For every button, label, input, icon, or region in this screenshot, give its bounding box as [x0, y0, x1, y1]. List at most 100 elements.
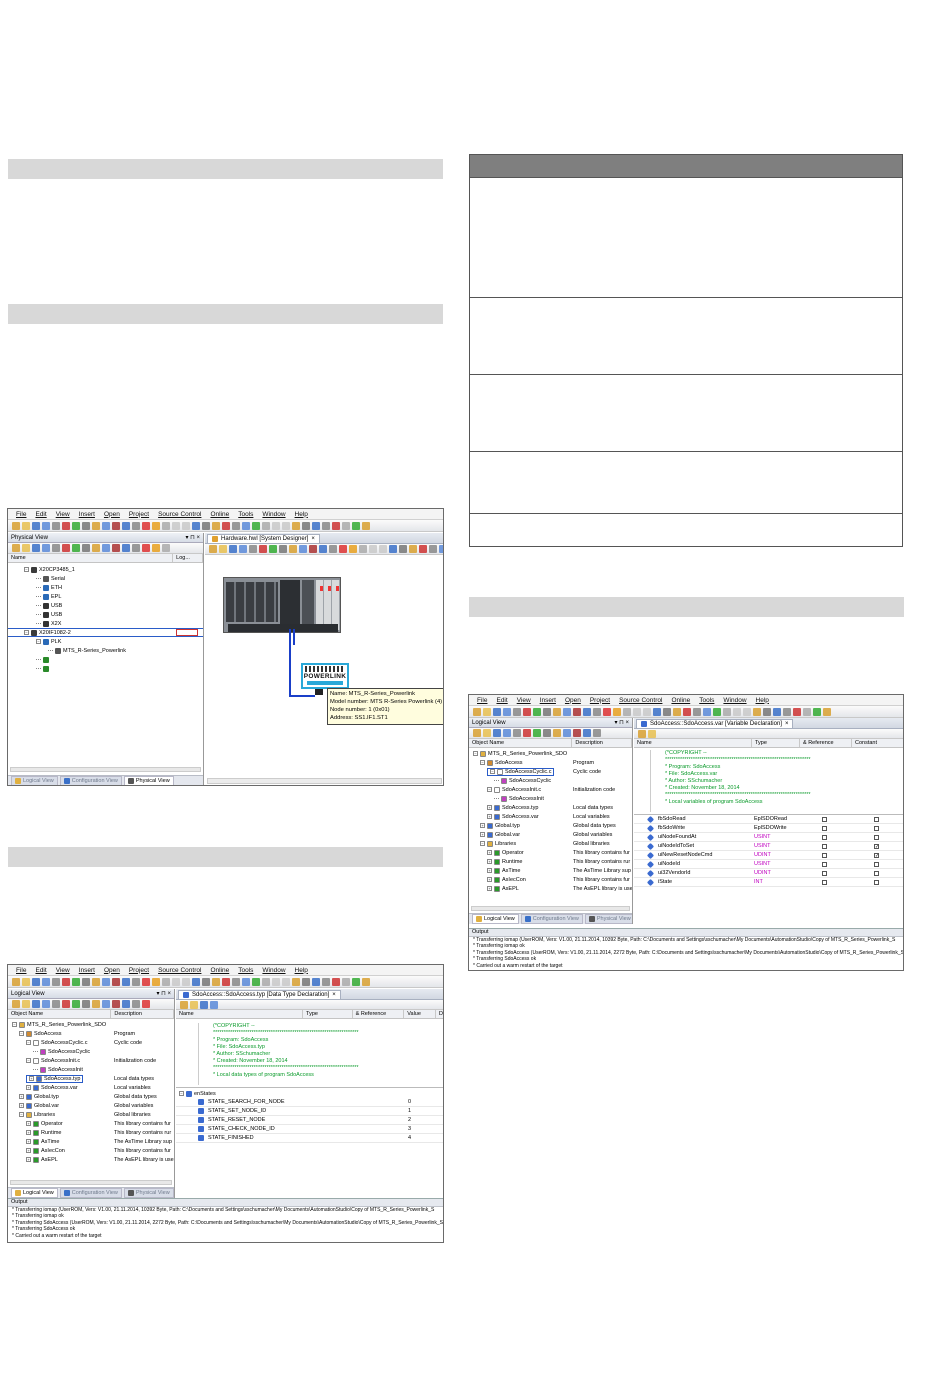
expand-toggle-icon[interactable]: − [26, 1040, 31, 1045]
toolbar-button-icon[interactable] [299, 545, 307, 553]
constant-checkbox[interactable] [874, 879, 879, 885]
toolbar-button-icon[interactable] [713, 707, 721, 716]
toolbar-button-icon[interactable] [342, 977, 350, 986]
tree-item[interactable]: USB [8, 601, 203, 610]
reference-checkbox[interactable] [822, 843, 827, 849]
variable-row[interactable]: uiNodeIdToSet USINT ✓ [634, 842, 903, 851]
menu-item[interactable]: File [16, 967, 26, 974]
view-tab[interactable]: Logical View [11, 1188, 58, 1198]
toolbar-button-icon[interactable] [312, 977, 320, 986]
expand-toggle-icon[interactable]: + [19, 1103, 24, 1108]
toolbar-button-icon[interactable] [239, 545, 247, 553]
toolbar-button-icon[interactable] [142, 1000, 150, 1008]
toolbar-button-icon[interactable] [142, 521, 150, 530]
toolbar-button-icon[interactable] [783, 707, 791, 716]
toolbar-button-icon[interactable] [62, 1000, 70, 1008]
toolbar-button-icon[interactable] [429, 545, 437, 553]
menu-item[interactable]: Insert [79, 511, 95, 518]
toolbar-button-icon[interactable] [72, 1000, 80, 1008]
expand-toggle-icon[interactable]: + [487, 814, 492, 819]
tree-item[interactable]: SdoAccessInit [8, 1065, 174, 1074]
toolbar-button-icon[interactable] [533, 729, 541, 737]
toolbar-button-icon[interactable] [262, 521, 270, 530]
pin-close-icon[interactable]: ▾ ⊓ × [614, 719, 629, 726]
tab-sdoaccess-var[interactable]: SdoAccess::SdoAccess.var [Variable Decla… [636, 719, 794, 728]
column-header-cell[interactable]: Name [176, 1010, 304, 1018]
toolbar-button-icon[interactable] [359, 545, 367, 553]
menu-item[interactable]: Source Control [619, 697, 662, 704]
toolbar-button-icon[interactable] [82, 1000, 90, 1008]
toolbar-button-icon[interactable] [533, 707, 541, 716]
toolbar-button-icon[interactable] [633, 707, 641, 716]
tree-item[interactable]: − SdoAccessInit.c Initialization code [469, 785, 632, 794]
tree-item[interactable]: + AsTime The AsTime Library sup [469, 866, 632, 875]
toolbar-button-icon[interactable] [663, 707, 671, 716]
toolbar-button-icon[interactable] [102, 977, 110, 986]
expand-toggle-icon[interactable]: + [26, 1157, 31, 1162]
enum-member-row[interactable]: STATE_RESET_NODE 2 [176, 1116, 443, 1125]
toolbar-button-icon[interactable] [653, 707, 661, 716]
col-log[interactable]: Log... [173, 554, 203, 562]
tree-item[interactable]: Serial [8, 574, 203, 583]
tree-item[interactable]: + AsTime The AsTime Library sup [8, 1137, 174, 1146]
toolbar-button-icon[interactable] [543, 707, 551, 716]
menu-item[interactable]: Help [756, 697, 769, 704]
toolbar-button-icon[interactable] [292, 977, 300, 986]
toolbar-button-icon[interactable] [212, 521, 220, 530]
tree-item[interactable]: + Operator This library contains fur [469, 848, 632, 857]
toolbar-button-icon[interactable] [773, 707, 781, 716]
tree-item[interactable]: + AsEPL The AsEPL library is use [469, 884, 632, 893]
toolbar-button-icon[interactable] [583, 729, 591, 737]
collapse-icon[interactable]: − [179, 1091, 184, 1096]
view-tab[interactable]: Logical View [472, 914, 519, 924]
log-cell[interactable] [176, 629, 198, 636]
toolbar-button-icon[interactable] [72, 977, 80, 986]
toolbar-button-icon[interactable] [302, 521, 310, 530]
toolbar-button-icon[interactable] [72, 521, 80, 530]
view-tab[interactable]: Configuration View [59, 1188, 122, 1198]
hscrollbar[interactable] [10, 1180, 172, 1185]
expand-toggle-icon[interactable]: + [26, 1148, 31, 1153]
tree-item[interactable]: + SdoAccess.typ Local data types [469, 803, 632, 812]
toolbar-button-icon[interactable] [132, 977, 140, 986]
tree-item[interactable]: + Runtime This library contains rur [469, 857, 632, 866]
toolbar-button-icon[interactable] [92, 1000, 100, 1008]
tree-item[interactable]: + Runtime This library contains rur [8, 1128, 174, 1137]
toolbar-button-icon[interactable] [232, 521, 240, 530]
toolbar-button-icon[interactable] [259, 545, 267, 553]
tree-item[interactable]: − Libraries Global libraries [469, 839, 632, 848]
toolbar-button-icon[interactable] [352, 521, 360, 530]
toolbar-button-icon[interactable] [473, 707, 481, 716]
close-icon[interactable]: × [785, 721, 789, 727]
col-object-name[interactable]: Object Name [469, 739, 573, 747]
toolbar-button-icon[interactable] [352, 977, 360, 986]
toolbar-button-icon[interactable] [483, 707, 491, 716]
tree-item[interactable]: − X20IF1082-2 [8, 628, 203, 637]
tree-item[interactable]: − SdoAccessInit.c Initialization code [8, 1056, 174, 1065]
expand-toggle-icon[interactable]: + [487, 868, 492, 873]
menu-item[interactable]: Online [210, 967, 229, 974]
toolbar-button-icon[interactable] [292, 521, 300, 530]
plc-hardware-image[interactable] [223, 577, 341, 633]
expand-toggle-icon[interactable]: − [480, 841, 485, 846]
toolbar-button-icon[interactable] [279, 545, 287, 553]
column-header-cell[interactable]: Type [303, 1010, 353, 1018]
menu-item[interactable]: Source Control [158, 511, 201, 518]
variable-row[interactable]: uiNodeFoundAt USINT [634, 833, 903, 842]
toolbar-button-icon[interactable] [322, 977, 330, 986]
expand-toggle-icon[interactable]: + [487, 877, 492, 882]
toolbar-button-icon[interactable] [282, 521, 290, 530]
toolbar-button-icon[interactable] [42, 521, 50, 530]
tree-item[interactable] [8, 664, 203, 673]
toolbar-button-icon[interactable] [242, 977, 250, 986]
column-header-cell[interactable]: Value [404, 1010, 437, 1018]
variable-row[interactable]: uiNodeId USINT [634, 860, 903, 869]
tree-item[interactable]: + SdoAccess.var Local variables [469, 812, 632, 821]
toolbar-button-icon[interactable] [112, 1000, 120, 1008]
menu-item[interactable]: View [517, 697, 531, 704]
expand-toggle-icon[interactable]: + [29, 1076, 34, 1081]
menu-item[interactable]: View [56, 967, 70, 974]
toolbar-button-icon[interactable] [379, 545, 387, 553]
view-tab[interactable]: Configuration View [59, 776, 122, 785]
hscrollbar[interactable] [207, 778, 442, 784]
